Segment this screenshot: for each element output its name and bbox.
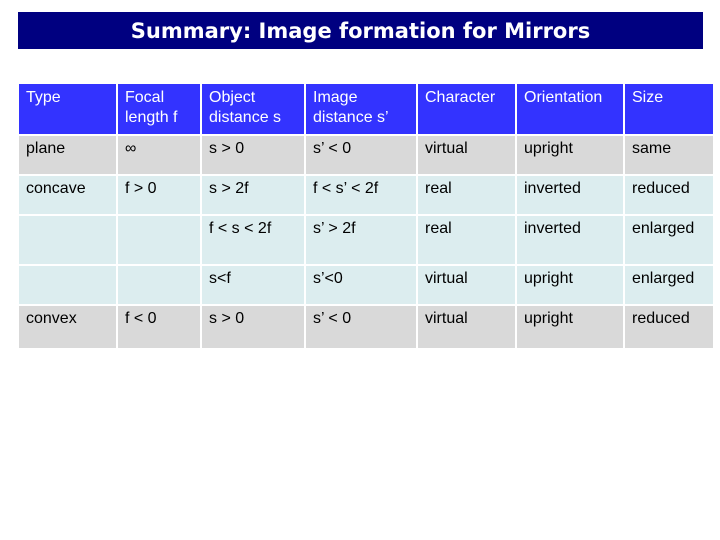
cell-size: enlarged — [625, 266, 713, 304]
slide-title: Summary: Image formation for Mirrors — [18, 12, 703, 49]
cell-type: concave — [19, 176, 116, 214]
header-type: Type — [19, 84, 116, 134]
cell-object-distance: s<f — [202, 266, 304, 304]
table-row: s<f s’<0 virtual upright enlarged — [19, 266, 713, 304]
cell-size: reduced — [625, 306, 713, 348]
cell-character: virtual — [418, 306, 515, 348]
cell-object-distance: s > 2f — [202, 176, 304, 214]
cell-character: real — [418, 176, 515, 214]
header-orientation: Orientation — [517, 84, 623, 134]
cell-orientation: inverted — [517, 176, 623, 214]
cell-orientation: inverted — [517, 216, 623, 264]
cell-focal-length: f < 0 — [118, 306, 200, 348]
cell-character: real — [418, 216, 515, 264]
table-row: convex f < 0 s > 0 s’ < 0 virtual uprigh… — [19, 306, 713, 348]
header-image-distance: Image distance s’ — [306, 84, 416, 134]
cell-image-distance: s’<0 — [306, 266, 416, 304]
table-row: plane ∞ s > 0 s’ < 0 virtual upright sam… — [19, 136, 713, 174]
cell-size: reduced — [625, 176, 713, 214]
cell-focal-length — [118, 266, 200, 304]
cell-image-distance: s’ < 0 — [306, 136, 416, 174]
header-object-distance: Object distance s — [202, 84, 304, 134]
cell-object-distance: s > 0 — [202, 136, 304, 174]
cell-image-distance: f < s’ < 2f — [306, 176, 416, 214]
mirror-summary-table: Type Focal length f Object distance s Im… — [17, 82, 715, 350]
table-header-row: Type Focal length f Object distance s Im… — [19, 84, 713, 134]
table-row: f < s < 2f s’ > 2f real inverted enlarge… — [19, 216, 713, 264]
cell-focal-length — [118, 216, 200, 264]
cell-type — [19, 216, 116, 264]
cell-type — [19, 266, 116, 304]
cell-character: virtual — [418, 136, 515, 174]
cell-image-distance: s’ > 2f — [306, 216, 416, 264]
table-row: concave f > 0 s > 2f f < s’ < 2f real in… — [19, 176, 713, 214]
cell-orientation: upright — [517, 136, 623, 174]
cell-type: convex — [19, 306, 116, 348]
cell-orientation: upright — [517, 266, 623, 304]
cell-type: plane — [19, 136, 116, 174]
cell-size: enlarged — [625, 216, 713, 264]
header-size: Size — [625, 84, 713, 134]
cell-size: same — [625, 136, 713, 174]
cell-image-distance: s’ < 0 — [306, 306, 416, 348]
cell-orientation: upright — [517, 306, 623, 348]
cell-focal-length: f > 0 — [118, 176, 200, 214]
cell-focal-length: ∞ — [118, 136, 200, 174]
cell-object-distance: s > 0 — [202, 306, 304, 348]
header-character: Character — [418, 84, 515, 134]
header-focal-length: Focal length f — [118, 84, 200, 134]
cell-object-distance: f < s < 2f — [202, 216, 304, 264]
cell-character: virtual — [418, 266, 515, 304]
